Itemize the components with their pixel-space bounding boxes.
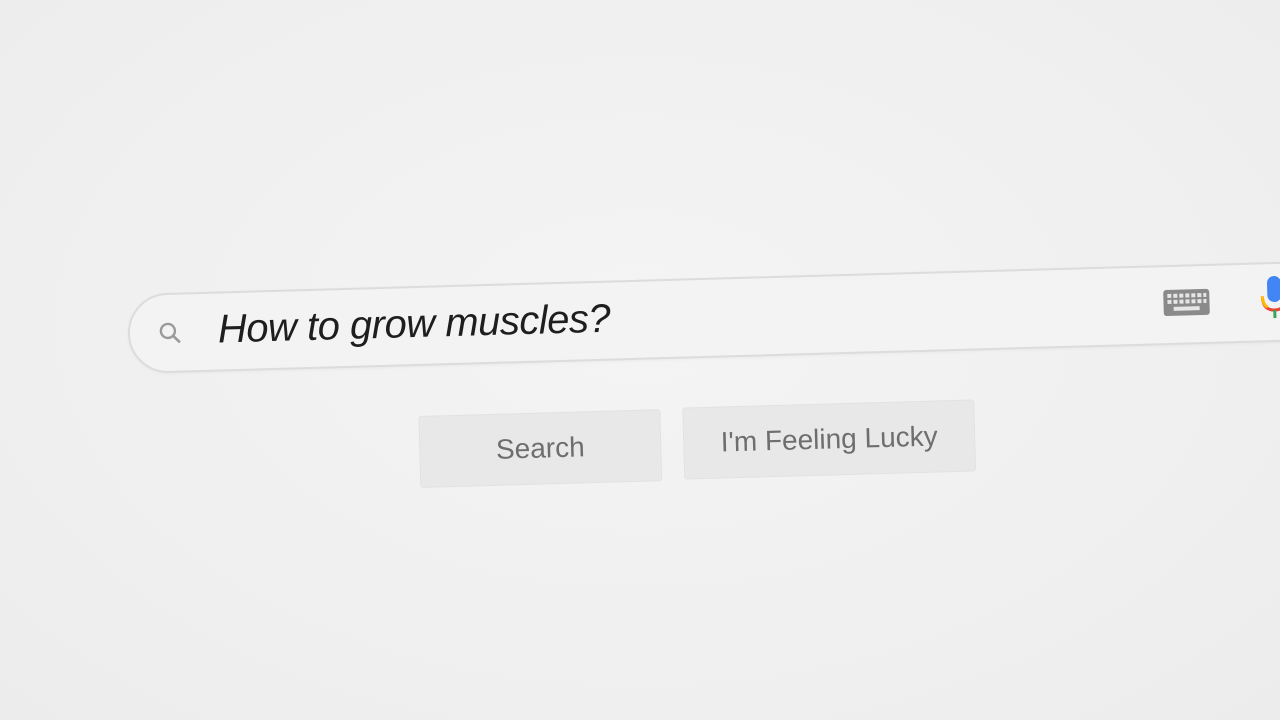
search-page: How to grow muscles? Search I'm Feeling … xyxy=(0,0,1280,720)
search-icon xyxy=(158,321,183,346)
search-box[interactable]: How to grow muscles? xyxy=(126,260,1280,375)
search-button[interactable]: Search xyxy=(418,409,663,488)
keyboard-icon[interactable] xyxy=(1162,288,1211,317)
browser-screen: How to grow muscles? Search I'm Feeling … xyxy=(0,0,1280,720)
search-input[interactable]: How to grow muscles? xyxy=(217,297,610,353)
microphone-icon[interactable] xyxy=(1259,274,1280,323)
feeling-lucky-button[interactable]: I'm Feeling Lucky xyxy=(682,399,977,480)
